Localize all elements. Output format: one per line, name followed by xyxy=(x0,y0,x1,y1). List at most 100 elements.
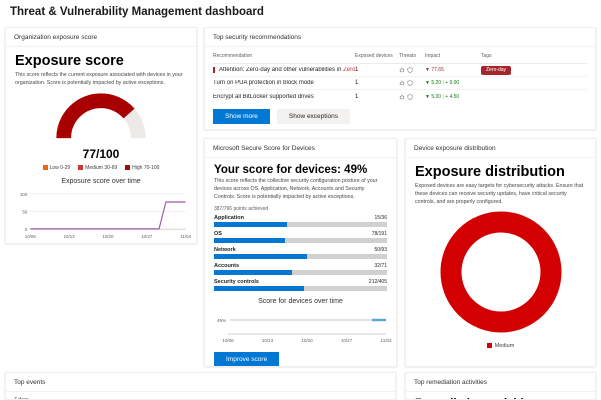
exposure-card-header: Organization exposure score xyxy=(6,28,196,47)
medium-color-swatch xyxy=(487,343,492,348)
legend-label: Medium xyxy=(495,343,515,349)
x-tick: 10/06 xyxy=(222,338,234,343)
show-exceptions-button[interactable]: Show exceptions xyxy=(277,109,350,124)
recommendation-title: Turn on PUA protection in block mode xyxy=(213,80,355,86)
recommendation-title: Attention: Zero-day and other vulnerabil… xyxy=(213,67,355,73)
score-over-time-chart: 49% 10/06 10/13 10/20 10/27 11/03 xyxy=(214,306,392,346)
show-more-button[interactable]: Show more xyxy=(213,109,270,124)
recommendation-row[interactable]: Attention: Zero-day and other vulnerabil… xyxy=(213,64,587,77)
category-row-application[interactable]: Application 15/36 xyxy=(214,215,387,228)
zero-day-tag: Zero-day xyxy=(481,66,511,75)
bug-icon xyxy=(399,80,405,86)
impact-cell: ▼ 5.00 | + 4.50 xyxy=(425,94,481,100)
secure-score-card-header: Microsoft Secure Score for Devices xyxy=(205,139,396,158)
category-bar xyxy=(214,286,387,291)
legend-item-medium: Medium 30-69 xyxy=(78,165,117,171)
high-color-swatch xyxy=(125,165,130,170)
category-label: Application xyxy=(214,215,244,221)
score-over-time-title: Score for devices over time xyxy=(214,298,387,305)
events-period-label: 7 days xyxy=(6,392,395,400)
legend-label: Low 0-29 xyxy=(50,165,71,171)
legend-label: Medium 30-69 xyxy=(85,165,117,171)
col-exposed-devices: Exposed devices xyxy=(355,53,399,59)
device-score-title: Your score for devices: 49% xyxy=(214,164,387,176)
device-score-description: This score reflects the collective secur… xyxy=(214,178,387,202)
impact-cell: ▼ 5.20 | + 9.00 xyxy=(425,80,481,86)
exposure-over-time-title: Exposure score over time xyxy=(15,178,187,185)
col-impact: Impact xyxy=(425,53,481,59)
x-tick: 10/13 xyxy=(262,338,274,343)
donut-slice-medium[interactable] xyxy=(451,222,551,322)
x-tick: 11/03 xyxy=(381,338,392,343)
category-bar xyxy=(214,270,387,275)
exposure-distribution-description: Exposed devices are easy targets for cyb… xyxy=(415,183,586,207)
bug-icon xyxy=(399,94,405,100)
recommendations-card-header: Top security recommendations xyxy=(205,28,595,47)
x-tick: 10/06 xyxy=(25,234,37,239)
category-value: 32/71 xyxy=(374,263,387,269)
page-title: Threat & Vulnerability Management dashbo… xyxy=(10,6,264,18)
exposure-score-value: 77/100 xyxy=(15,147,187,161)
y-tick: 50 xyxy=(22,209,27,214)
y-tick: 0 xyxy=(25,227,28,232)
x-tick: 10/20 xyxy=(102,234,114,239)
distribution-legend: Medium xyxy=(415,343,586,349)
device-exposure-distribution-card: Device exposure distribution Exposure di… xyxy=(405,138,596,367)
zero-day-highlight: Zero-day xyxy=(343,67,355,73)
top-events-header: Top events xyxy=(6,373,395,392)
category-bar xyxy=(214,238,387,243)
y-tick: 100 xyxy=(20,192,28,197)
category-row-os[interactable]: OS 78/191 xyxy=(214,231,387,244)
exposure-score-line xyxy=(30,202,185,229)
improve-score-button[interactable]: Improve score xyxy=(214,352,279,367)
legend-item-low: Low 0-29 xyxy=(43,165,71,171)
category-label: Security controls xyxy=(214,279,259,285)
x-tick: 10/27 xyxy=(141,234,153,239)
y-tick: 49% xyxy=(217,318,226,323)
category-row-network[interactable]: Network 50/93 xyxy=(214,247,387,260)
x-tick: 10/27 xyxy=(341,338,353,343)
category-bar xyxy=(214,222,387,227)
top-remediation-activities-card: Top remediation activities Remediation a… xyxy=(405,372,596,400)
bug-icon xyxy=(399,67,405,73)
recommendation-title: Encrypt all BitLocker supported drives xyxy=(213,94,355,100)
top-events-card: Top events 7 days xyxy=(5,372,396,400)
top-security-recommendations-card: Top security recommendations Recommendat… xyxy=(204,27,596,130)
col-recommendation: Recommendation xyxy=(213,53,355,59)
category-value: 50/93 xyxy=(374,247,387,253)
exposure-score-description: This score reflects the current exposure… xyxy=(15,72,187,88)
medium-color-swatch xyxy=(78,165,83,170)
category-row-security-controls[interactable]: Security controls 212/405 xyxy=(214,279,387,292)
exposed-devices-count: 1 xyxy=(355,67,399,73)
recommendation-row[interactable]: Turn on PUA protection in block mode 1 ▼… xyxy=(213,77,587,90)
legend-label: High 70-100 xyxy=(132,165,159,171)
exposure-over-time-chart: 100 50 0 10/06 10/13 10/20 10/27 11/03 xyxy=(15,186,193,243)
recommendations-table-header: Recommendation Exposed devices Threats I… xyxy=(213,47,587,64)
threats-cell xyxy=(399,80,425,86)
x-tick: 10/20 xyxy=(301,338,313,343)
shield-icon xyxy=(407,94,413,100)
low-color-swatch xyxy=(43,165,48,170)
category-row-accounts[interactable]: Accounts 32/71 xyxy=(214,263,387,276)
category-value: 78/191 xyxy=(372,231,387,237)
tags-cell: Zero-day xyxy=(481,66,587,75)
recommendation-row[interactable]: Encrypt all BitLocker supported drives 1… xyxy=(213,90,587,103)
tvm-dashboard: { "page": { "title": "Threat & Vulnerabi… xyxy=(0,0,601,400)
exposure-distribution-donut xyxy=(439,210,563,334)
category-bar xyxy=(214,254,387,259)
category-label: OS xyxy=(214,231,222,237)
organization-exposure-score-card: Organization exposure score Exposure sco… xyxy=(5,27,197,244)
secure-score-card: Microsoft Secure Score for Devices Your … xyxy=(204,138,397,367)
threats-cell xyxy=(399,67,425,73)
col-tags: Tags xyxy=(481,53,587,59)
exposed-devices-count: 1 xyxy=(355,80,399,86)
category-label: Network xyxy=(214,247,236,253)
impact-cell: ▼ 77.65 xyxy=(425,67,481,73)
category-label: Accounts xyxy=(214,263,239,269)
category-value: 212/405 xyxy=(369,279,387,285)
shield-icon xyxy=(407,80,413,86)
category-value: 15/36 xyxy=(374,215,387,221)
legend-item-high: High 70-100 xyxy=(125,165,159,171)
col-threats: Threats xyxy=(399,53,425,59)
threats-cell xyxy=(399,94,425,100)
